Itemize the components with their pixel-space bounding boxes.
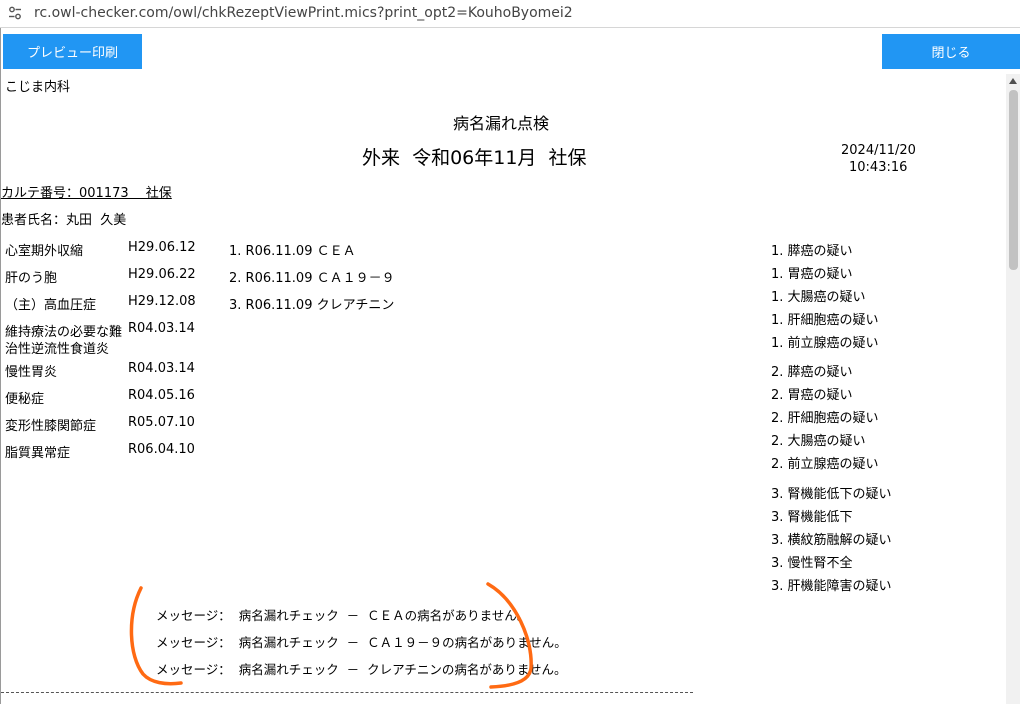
left-annotation-bracket: [129, 586, 183, 686]
url-text[interactable]: rc.owl-checker.com/owl/chkRezeptViewPrin…: [34, 5, 573, 21]
annotation-bracket-marks: [129, 582, 533, 689]
address-bar[interactable]: rc.owl-checker.com/owl/chkRezeptViewPrin…: [0, 0, 1020, 28]
scroll-up-arrow-icon[interactable]: [1009, 78, 1017, 84]
page-viewport: プレビュー印刷 閉じる こじま内科 病名漏れ点検 外来 令和06年11月 社保 …: [0, 28, 1020, 704]
vertical-scrollbar[interactable]: [1006, 74, 1020, 704]
scroll-thumb[interactable]: [1009, 90, 1018, 270]
right-annotation-bracket: [486, 582, 533, 689]
tune-icon[interactable]: [8, 6, 22, 20]
